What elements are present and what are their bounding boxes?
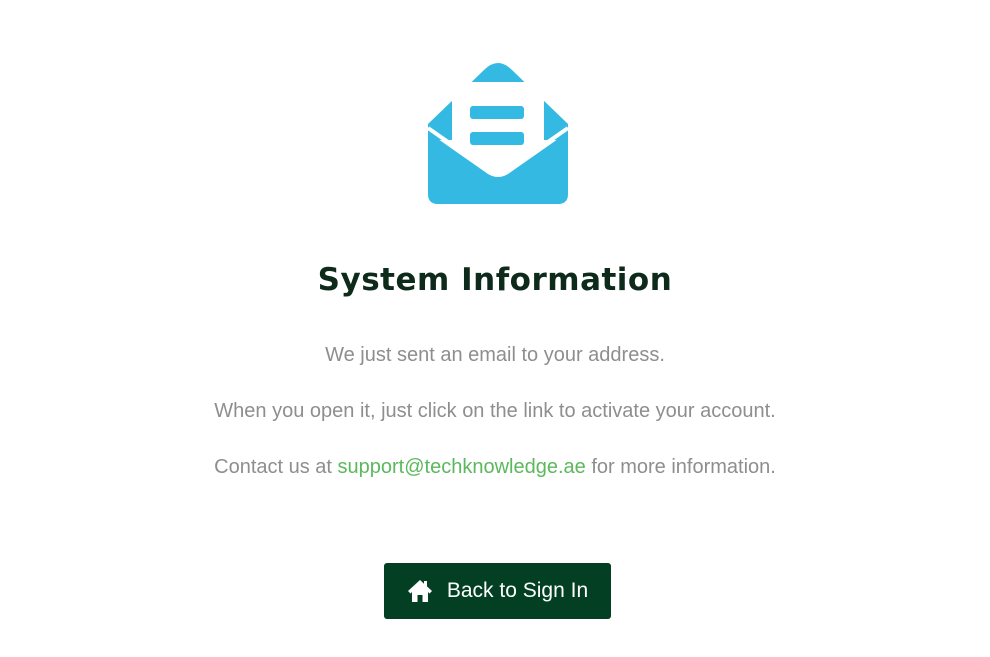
message-contact: Contact us at support@techknowledge.ae f… (0, 454, 990, 480)
page-title: System Information (317, 262, 673, 298)
envelope-open-icon (424, 58, 572, 206)
contact-suffix: for more information. (585, 456, 776, 478)
home-icon (407, 579, 433, 603)
contact-prefix: Contact us at (214, 456, 338, 478)
message-activate-account: When you open it, just click on the link… (214, 400, 776, 422)
message-email-sent: We just sent an email to your address. (325, 344, 665, 366)
back-to-sign-in-label: Back to Sign In (446, 579, 589, 602)
support-email-link[interactable]: support@techknowledge.ae (338, 456, 586, 478)
back-to-sign-in-button[interactable]: Back to Sign In (384, 563, 611, 619)
